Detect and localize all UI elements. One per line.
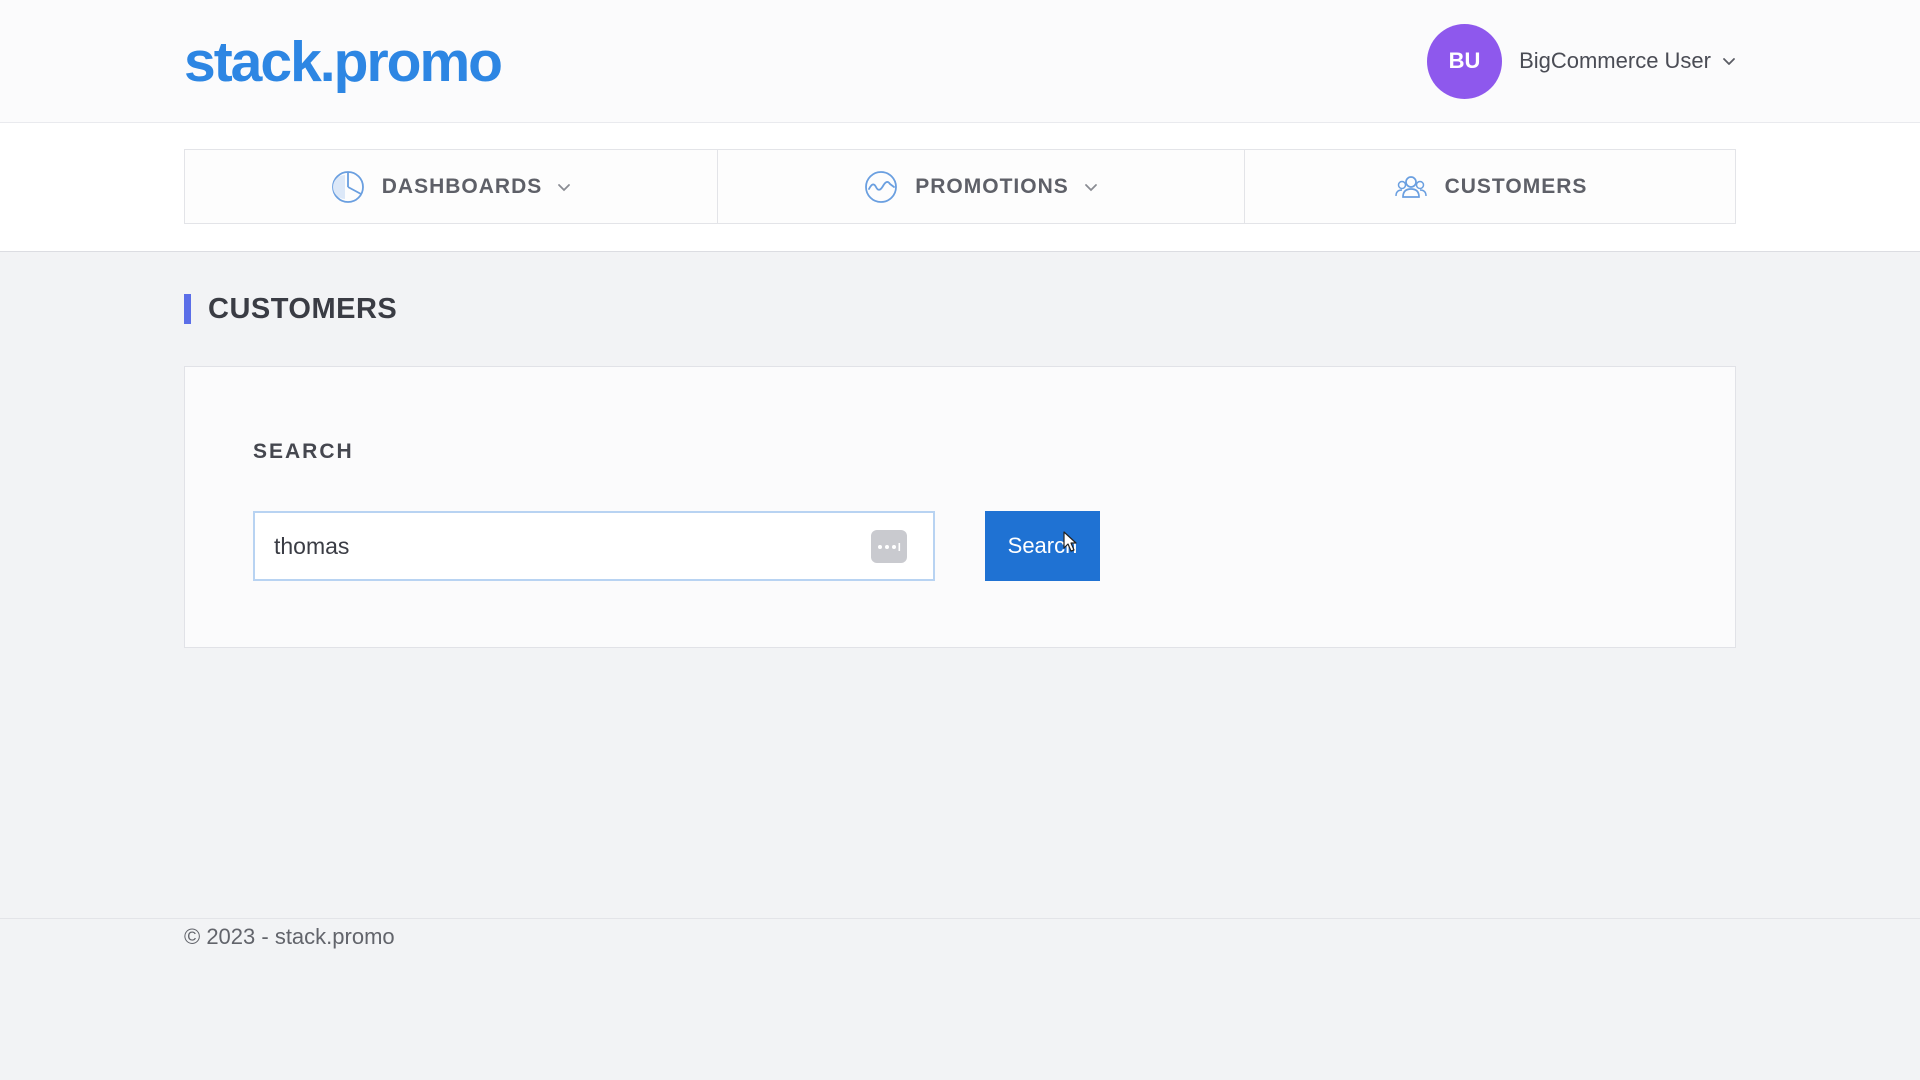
avatar[interactable]: BU [1427, 23, 1503, 99]
nav-item-promotions[interactable]: PROMOTIONS [718, 150, 1245, 223]
page-title-text: CUSTOMERS [208, 292, 398, 325]
search-field[interactable] [253, 511, 935, 581]
search-input[interactable] [255, 513, 933, 579]
brand-logo[interactable]: stack.promo [184, 28, 503, 96]
main-nav: DASHBOARDS PROMOTIONS CUSTOMERS [184, 149, 1736, 224]
more-dots-icon[interactable] [871, 530, 907, 563]
nav-label-promotions: PROMOTIONS [915, 174, 1069, 198]
users-icon [1393, 169, 1429, 205]
chevron-down-icon [1083, 179, 1099, 195]
search-card: SEARCH Search [184, 366, 1736, 648]
nav-label-customers: CUSTOMERS [1444, 174, 1588, 198]
footer-divider [0, 918, 1920, 919]
chevron-down-icon [556, 179, 572, 195]
user-menu[interactable]: BU BigCommerce User [1427, 23, 1737, 99]
nav-band: DASHBOARDS PROMOTIONS CUSTOMERS [0, 123, 1920, 252]
nav-label-dashboards: DASHBOARDS [381, 174, 543, 198]
search-button[interactable]: Search [985, 511, 1100, 581]
top-header: stack.promo BU BigCommerce User [0, 0, 1920, 123]
search-section-label: SEARCH [253, 440, 354, 463]
title-accent-bar [184, 294, 191, 324]
user-name[interactable]: BigCommerce User [1519, 48, 1711, 74]
wave-chart-icon [863, 169, 899, 205]
nav-item-customers[interactable]: CUSTOMERS [1245, 150, 1735, 223]
footer-copyright: © 2023 - stack.promo [184, 924, 395, 949]
pie-chart-icon [330, 169, 366, 205]
chevron-down-icon[interactable] [1721, 53, 1737, 69]
page-title: CUSTOMERS [184, 293, 397, 325]
nav-item-dashboards[interactable]: DASHBOARDS [185, 150, 718, 223]
